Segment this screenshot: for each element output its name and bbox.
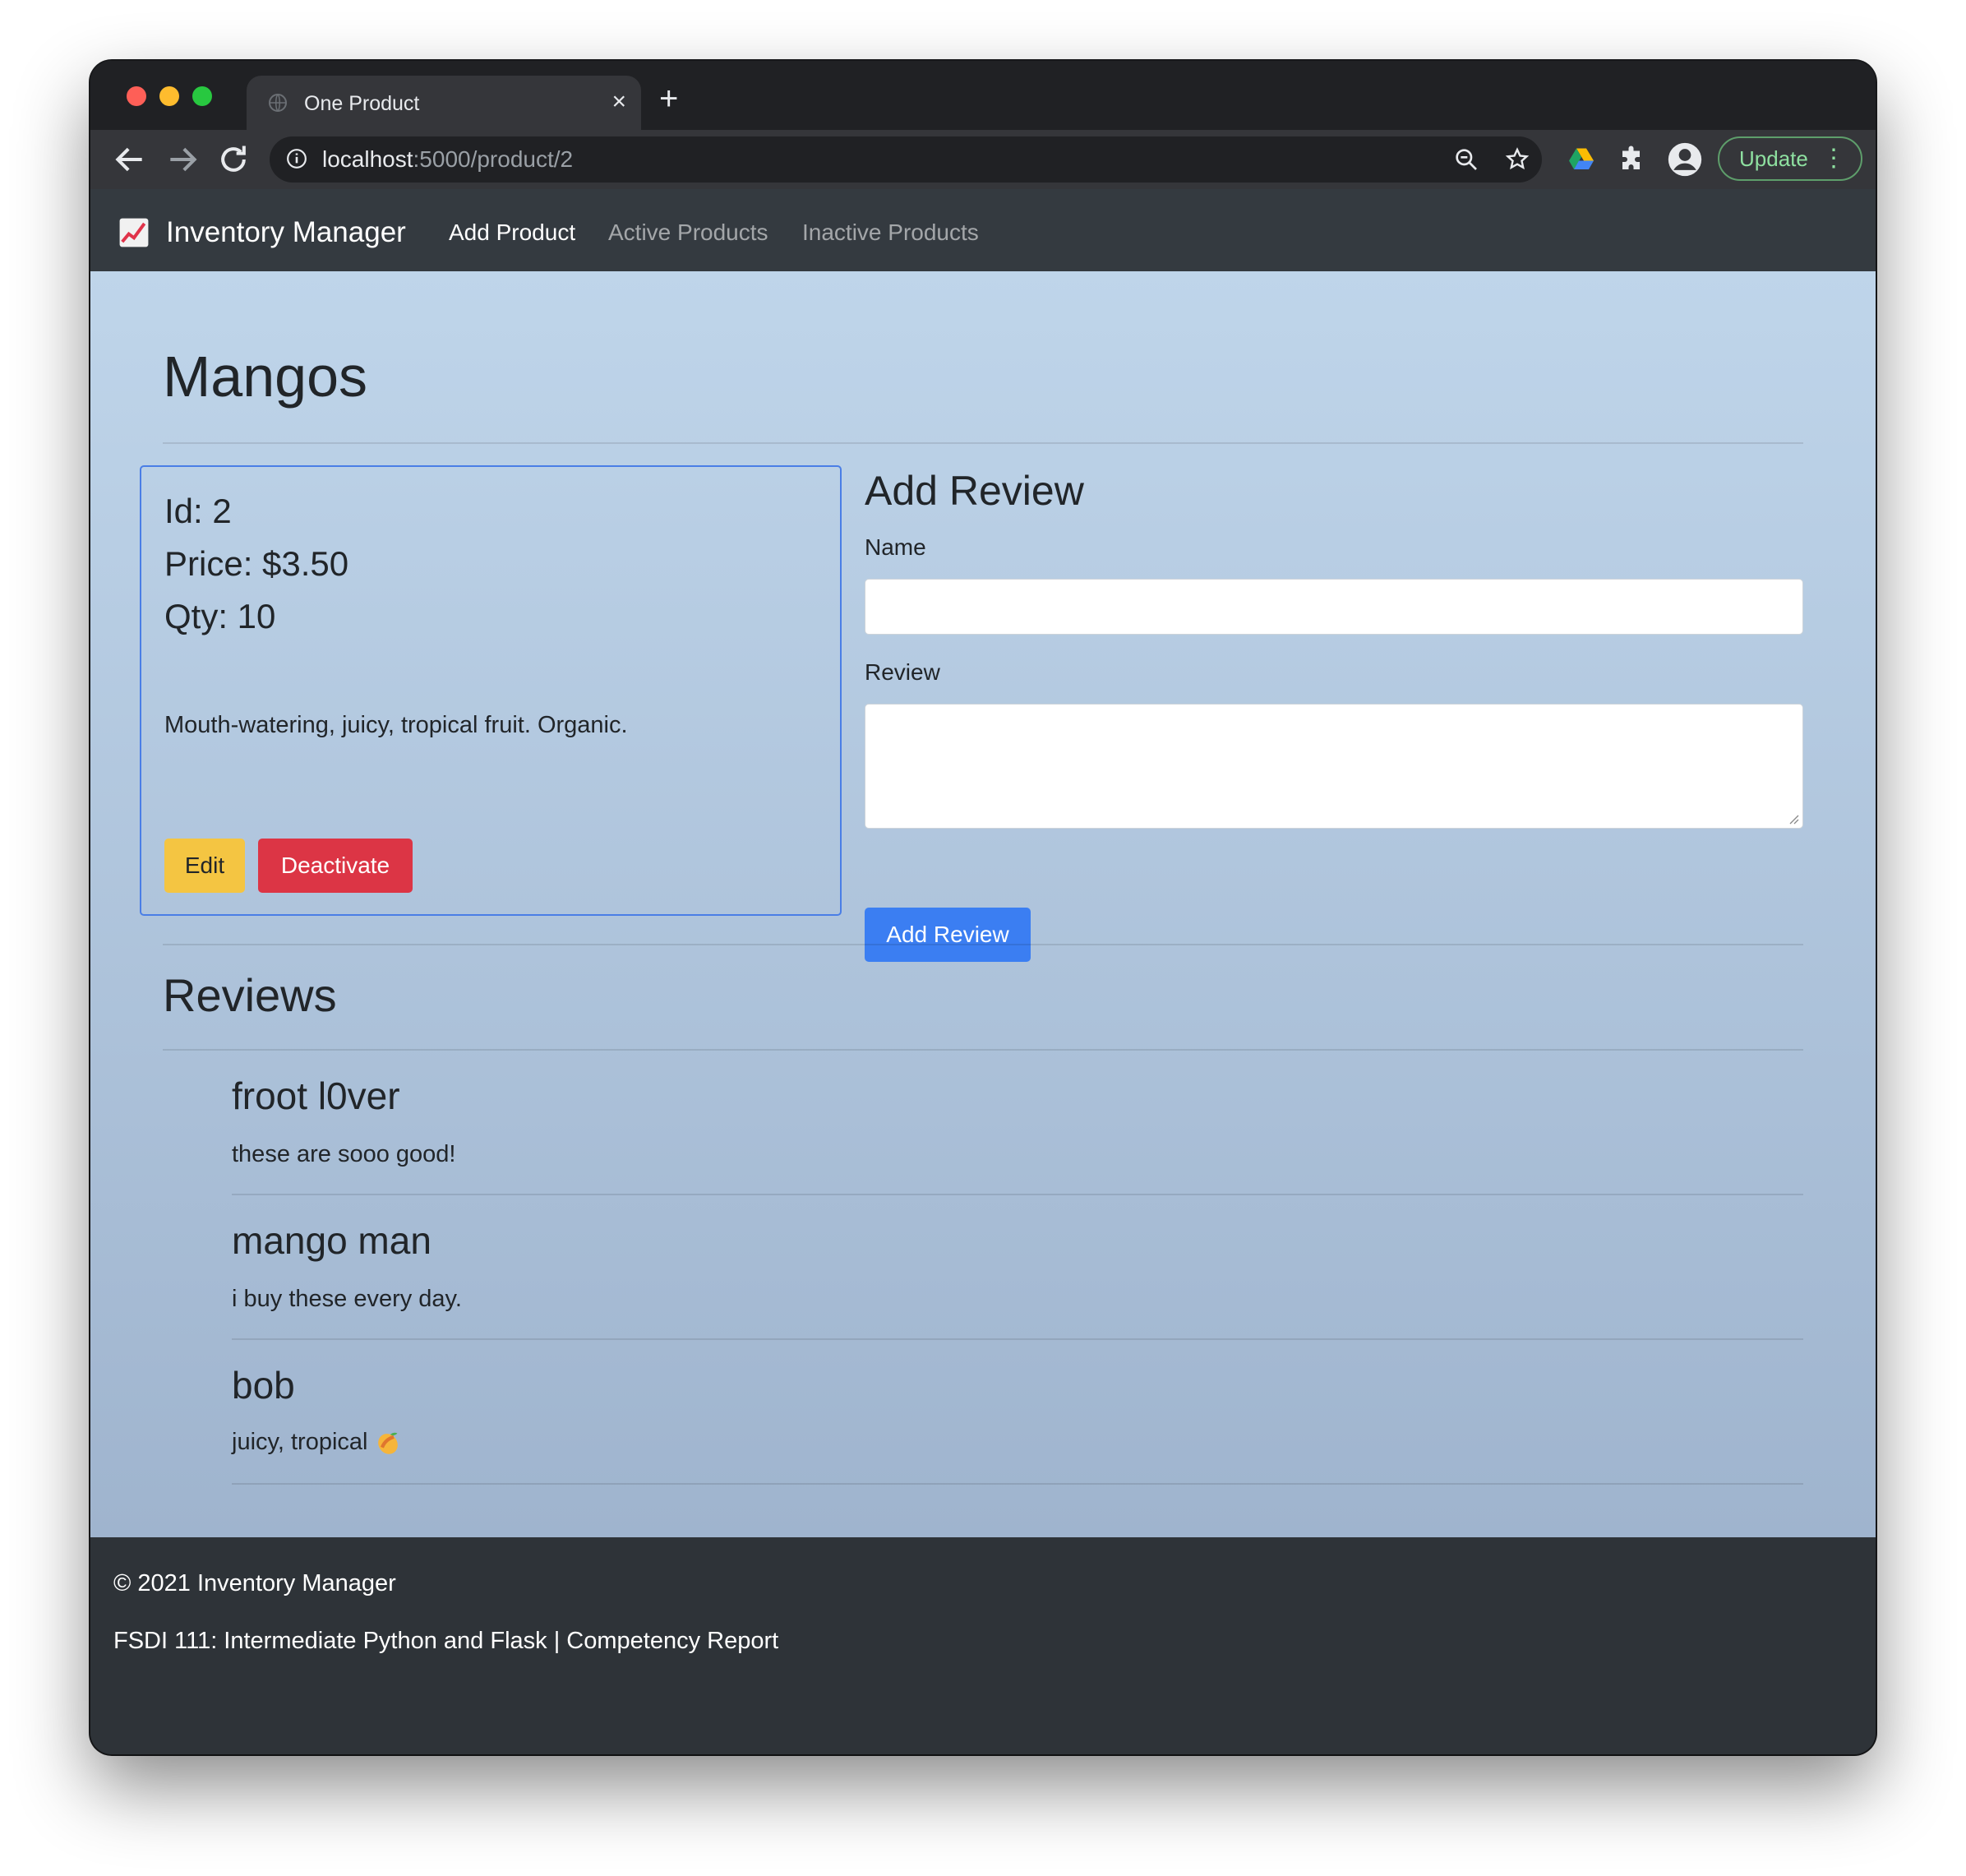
review-label: Review (865, 659, 940, 685)
page-footer: © 2021 Inventory Manager FSDI 111: Inter… (90, 1537, 1876, 1754)
review-text: these are sooo good! (232, 1141, 456, 1167)
review-text: i buy these every day. (232, 1286, 462, 1312)
globe-icon (269, 94, 287, 112)
new-tab-button[interactable]: + (659, 82, 678, 115)
url-host: localhost (322, 146, 413, 172)
close-window-button[interactable] (127, 86, 146, 106)
chart-increasing-icon (119, 218, 149, 247)
review-author: mango man (232, 1219, 432, 1262)
info-icon[interactable] (286, 148, 307, 169)
maximize-window-button[interactable] (192, 86, 212, 106)
product-card: Id: 2 Price: $3.50 Qty: 10 Mouth-waterin… (140, 465, 842, 916)
app-navbar: Inventory Manager Add Product Active Pro… (90, 189, 1876, 271)
forward-icon[interactable] (164, 141, 201, 178)
zoom-icon[interactable] (1453, 146, 1479, 173)
update-label: Update (1739, 146, 1808, 171)
extensions-puzzle-icon[interactable] (1618, 145, 1647, 174)
divider (163, 442, 1803, 444)
name-label: Name (865, 534, 926, 560)
footer-copyright: © 2021 Inventory Manager (113, 1570, 396, 1596)
add-review-heading: Add Review (865, 468, 1084, 514)
browser-tab[interactable]: One Product × (247, 76, 641, 130)
review-divider (232, 1483, 1803, 1485)
tab-close-icon[interactable]: × (611, 88, 626, 116)
main-content: Mangos Id: 2 Price: $3.50 Qty: 10 Mouth-… (90, 271, 1876, 1537)
divider (163, 944, 1803, 945)
tab-title: One Product (304, 92, 420, 115)
profile-avatar-icon[interactable] (1667, 141, 1703, 178)
review-divider (232, 1338, 1803, 1340)
minimize-window-button[interactable] (159, 86, 179, 106)
reload-icon[interactable] (215, 141, 252, 178)
browser-toolbar: localhost:5000/product/2 Update ⋮ (90, 130, 1876, 189)
review-textarea[interactable] (865, 704, 1803, 829)
page-title: Mangos (163, 344, 368, 409)
review-author: froot l0ver (232, 1074, 400, 1117)
reviews-heading: Reviews (163, 969, 337, 1021)
review-author: bob (232, 1364, 295, 1407)
bookmark-star-icon[interactable] (1504, 146, 1530, 173)
product-id: Id: 2 (164, 492, 232, 530)
mango-emoji-icon (378, 1433, 399, 1455)
update-button[interactable]: Update ⋮ (1718, 136, 1862, 181)
nav-add-product[interactable]: Add Product (449, 219, 575, 246)
footer-course: FSDI 111: Intermediate Python and Flask … (113, 1628, 779, 1654)
resize-grip-icon[interactable] (1788, 813, 1799, 825)
nav-active-products[interactable]: Active Products (608, 219, 768, 246)
url-path: :5000/product/2 (413, 146, 574, 172)
back-icon[interactable] (112, 141, 148, 178)
review-text-row: juicy, tropical (232, 1429, 402, 1457)
address-bar[interactable]: localhost:5000/product/2 (270, 136, 1542, 183)
product-qty: Qty: 10 (164, 597, 276, 635)
more-menu-icon[interactable]: ⋮ (1821, 138, 1846, 179)
deactivate-button[interactable]: Deactivate (258, 839, 413, 893)
review-text: juicy, tropical (232, 1429, 368, 1455)
tab-strip: One Product × + (90, 61, 1876, 130)
product-description: Mouth-watering, juicy, tropical fruit. O… (164, 712, 628, 738)
nav-inactive-products[interactable]: Inactive Products (802, 219, 979, 246)
browser-window: One Product × + localhost:5000/product/2 (90, 61, 1876, 1754)
add-review-button[interactable]: Add Review (865, 908, 1031, 962)
google-drive-icon[interactable] (1567, 145, 1596, 174)
review-divider (232, 1194, 1803, 1195)
product-price: Price: $3.50 (164, 544, 349, 583)
edit-button[interactable]: Edit (164, 839, 245, 893)
url-text[interactable]: localhost:5000/product/2 (322, 146, 573, 173)
divider (163, 1049, 1803, 1051)
name-input[interactable] (865, 579, 1803, 635)
brand-link[interactable]: Inventory Manager (166, 216, 406, 249)
